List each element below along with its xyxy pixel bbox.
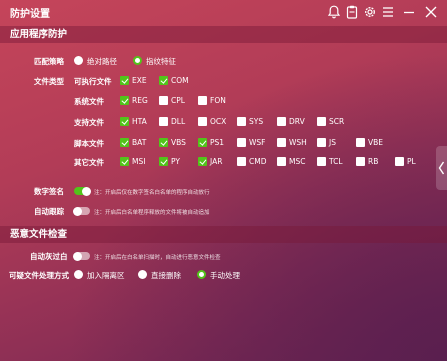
file-types-label: 文件类型 (34, 77, 64, 86)
window-title: 防护设置 (10, 9, 50, 20)
checkbox-sys[interactable] (237, 117, 246, 126)
option-label: 绝对路径 (87, 57, 117, 66)
checkbox-label-fon: FON (210, 96, 226, 105)
digital-sign-label: 数字签名 (34, 187, 64, 196)
checkbox-label-bat: BAT (132, 138, 147, 147)
option-label: 手动处理 (210, 271, 240, 280)
checkbox-label-vbs: VBS (171, 138, 186, 147)
checkbox-vbs[interactable] (159, 138, 168, 147)
digital-sign-toggle[interactable] (74, 186, 91, 196)
checkbox-ps1[interactable] (198, 138, 207, 147)
toggle-knob (82, 186, 91, 196)
checkbox-tcl[interactable] (317, 157, 326, 166)
checkbox-label-msi: MSI (132, 157, 146, 166)
checkbox-pl[interactable] (395, 157, 404, 166)
checkbox-label-msc: MSC (289, 157, 306, 166)
toggle-knob (73, 206, 82, 216)
checkbox-wsh[interactable] (277, 138, 286, 147)
option-label: 加入隔离区 (87, 271, 125, 280)
checkbox-label-vbe: VBE (368, 138, 384, 147)
auto-whitelist-toggle[interactable] (73, 251, 90, 261)
auto-track-label: 自动跟踪 (34, 207, 64, 216)
chevron-left-icon (438, 161, 445, 175)
suspicious-handling-label: 可疑文件处理方式 (9, 271, 69, 280)
radio-manual[interactable] (197, 270, 206, 279)
checkbox-jar[interactable] (198, 157, 207, 166)
checkbox-label-jar: JAR (210, 157, 223, 166)
checkbox-label-scr: SCR (329, 117, 345, 126)
checkbox-label-com: COM (171, 76, 189, 85)
radio-absolute-path[interactable] (74, 56, 83, 65)
row-label-support-files: 支持文件 (74, 118, 104, 127)
toggle-knob (73, 251, 82, 261)
radio-fingerprint[interactable] (133, 56, 142, 65)
checkbox-cmd[interactable] (237, 157, 246, 166)
checkbox-label-ocx: OCX (210, 117, 227, 126)
row-label-system-files: 系统文件 (74, 97, 104, 106)
radio-delete[interactable] (138, 270, 147, 279)
auto-track-toggle[interactable] (73, 206, 90, 216)
checkbox-label-wsf: WSF (249, 138, 266, 147)
checkbox-msi[interactable] (120, 157, 129, 166)
checkbox-cpl[interactable] (159, 96, 168, 105)
checkbox-drv[interactable] (277, 117, 286, 126)
checkbox-py[interactable] (159, 157, 168, 166)
minimize-icon[interactable] (401, 4, 417, 20)
checkbox-scr[interactable] (317, 117, 326, 126)
checkbox-label-rb: RB (368, 157, 379, 166)
checkbox-label-wsh: WSH (289, 138, 307, 147)
checkbox-ocx[interactable] (198, 117, 207, 126)
checkbox-com[interactable] (159, 76, 168, 85)
checkbox-label-sys: SYS (249, 117, 264, 126)
bell-icon[interactable] (326, 4, 342, 20)
clipboard-icon[interactable] (344, 4, 360, 20)
checkbox-hta[interactable] (120, 117, 129, 126)
match-policy-label: 匹配策略 (34, 57, 64, 66)
option-label: 直接删除 (151, 271, 181, 280)
checkbox-exe[interactable] (120, 76, 129, 85)
checkbox-label-dll: DLL (171, 117, 186, 126)
close-icon[interactable] (423, 4, 439, 20)
checkbox-label-tcl: TCL (329, 157, 343, 166)
row-label-other-files: 其它文件 (74, 158, 104, 167)
menu-icon[interactable] (380, 4, 396, 20)
checkbox-vbe[interactable] (356, 138, 365, 147)
checkbox-label-ps1: PS1 (210, 138, 225, 147)
checkbox-label-reg: REG (132, 96, 148, 105)
checkbox-wsf[interactable] (237, 138, 246, 147)
checkbox-dll[interactable] (159, 117, 168, 126)
section-header-app-protect: 应用程序防护 (0, 26, 447, 43)
checkbox-js[interactable] (317, 138, 326, 147)
auto-track-note: 注：开启后白名单程序释放的文件将被自动追加 (94, 210, 210, 216)
section-header-malware-check: 恶意文件检查 (0, 226, 447, 243)
checkbox-msc[interactable] (277, 157, 286, 166)
checkbox-label-cmd: CMD (249, 157, 267, 166)
auto-whitelist-note: 注：开启后在白名单扫描时，自动进行恶意文件检查 (94, 255, 221, 261)
checkbox-reg[interactable] (120, 96, 129, 105)
gear-icon[interactable] (362, 4, 378, 20)
row-label-script-files: 脚本文件 (74, 139, 104, 148)
radio-quarantine[interactable] (74, 270, 83, 279)
checkbox-label-py: PY (171, 157, 180, 166)
title-bar: 防护设置 (0, 0, 447, 24)
row-label-executables: 可执行文件 (74, 77, 112, 86)
checkbox-label-exe: EXE (132, 76, 147, 85)
protection-settings-window: 防护设置 应用程序防护 匹配策略 绝对路径 指纹特征 文件类型 可执行文件 EX… (0, 0, 447, 361)
checkbox-label-drv: DRV (289, 117, 305, 126)
checkbox-label-hta: HTA (132, 117, 147, 126)
checkbox-label-pl: PL (407, 157, 416, 166)
checkbox-bat[interactable] (120, 138, 129, 147)
checkbox-rb[interactable] (356, 157, 365, 166)
digital-sign-note: 注：开启后仅在数字签名白名单的程序自动放行 (94, 190, 210, 196)
option-label: 指纹特征 (146, 57, 176, 66)
checkbox-label-cpl: CPL (171, 96, 185, 105)
auto-whitelist-label: 自动灰过白 (30, 252, 68, 261)
checkbox-label-js: JS (329, 138, 336, 147)
checkbox-fon[interactable] (198, 96, 207, 105)
side-collapse-tab[interactable] (436, 146, 447, 190)
